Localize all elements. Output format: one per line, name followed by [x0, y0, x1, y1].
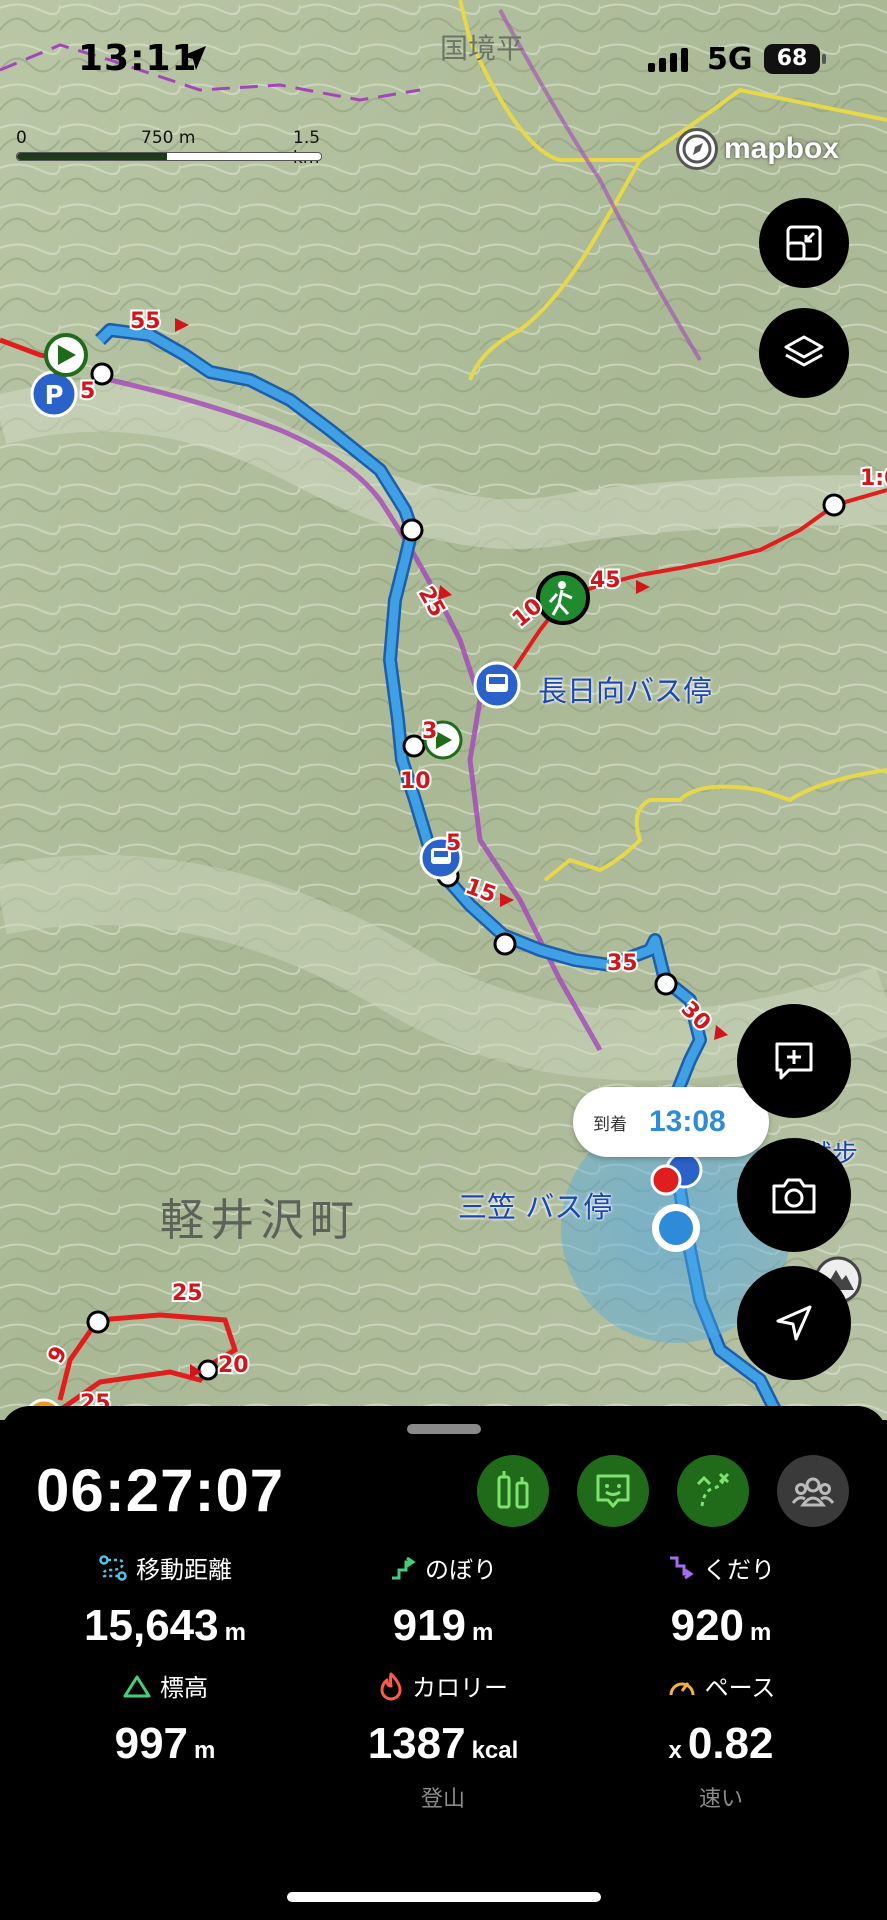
route-label: 10 — [400, 769, 431, 794]
scale-label-mid: 750 m — [141, 128, 196, 148]
stat-pace: ペース x 0.82 速い — [576, 1668, 866, 1813]
pace-label: ペース — [704, 1674, 776, 1702]
layers-icon — [784, 335, 824, 367]
fit-bounds-button[interactable] — [759, 198, 849, 288]
eta-label: 到着 — [593, 1114, 627, 1135]
waypoint-dot[interactable] — [86, 1310, 110, 1334]
add-note-button[interactable] — [737, 1004, 851, 1118]
mapbox-text: mapbox — [724, 132, 840, 165]
waypoint-dot[interactable] — [654, 972, 678, 996]
party-members-button[interactable] — [777, 1455, 849, 1527]
home-indicator[interactable] — [287, 1892, 601, 1902]
route-label: 5 — [80, 379, 95, 404]
current-location-dot[interactable] — [659, 1211, 693, 1245]
route-label: 45 — [590, 568, 621, 593]
stat-descent: くだり 920 m — [576, 1550, 866, 1651]
waypoint-dot[interactable] — [822, 493, 846, 517]
ascent-label: のぼり — [425, 1556, 497, 1584]
battery-icon: 68 — [764, 44, 826, 74]
bus-stop-label[interactable]: 長日向バス停 — [538, 668, 712, 710]
shrink-icon — [786, 225, 822, 261]
calories-label: カロリー — [412, 1674, 508, 1702]
layers-button[interactable] — [759, 308, 849, 398]
waypoint-dot[interactable] — [197, 1359, 219, 1381]
location-arrow-icon — [182, 46, 206, 70]
status-check-button[interactable] — [577, 1455, 649, 1527]
eta-time: 13:08 — [649, 1105, 726, 1138]
route-label: 5 — [446, 831, 461, 856]
distance-icon — [99, 1554, 127, 1581]
route-label: 25 — [172, 1281, 203, 1306]
pace-rating: 速い — [698, 1787, 743, 1812]
route-label: 3 — [422, 719, 437, 744]
descent-value: 920 — [670, 1601, 745, 1650]
distance-unit: m — [224, 1619, 246, 1646]
route-label: 20 — [218, 1353, 249, 1378]
camera-button[interactable] — [737, 1138, 851, 1252]
distance-value: 15,643 — [84, 1601, 219, 1650]
calories-value: 1387 — [367, 1719, 466, 1768]
drag-handle[interactable] — [407, 1424, 481, 1434]
pace-value: 0.82 — [687, 1719, 774, 1768]
trailhead-marker[interactable] — [44, 333, 88, 377]
signal-icon — [648, 48, 688, 72]
svg-text:P: P — [44, 381, 63, 411]
waypoint-dot[interactable] — [400, 518, 424, 542]
altitude-value: 997 — [114, 1719, 189, 1768]
calories-unit: kcal — [471, 1737, 519, 1764]
altitude-unit: m — [194, 1737, 216, 1764]
network-type: 5G — [707, 42, 753, 77]
scale-label-end: 1.5 km — [293, 128, 321, 168]
stat-distance: 移動距離 15,643 m — [20, 1550, 310, 1651]
activity-type: 登山 — [420, 1787, 465, 1812]
descent-unit: m — [750, 1619, 772, 1646]
hiker-marker[interactable] — [536, 571, 590, 625]
mapbox-attribution[interactable]: mapbox — [676, 128, 839, 170]
distance-label: 移動距離 — [136, 1556, 232, 1584]
ascent-icon — [392, 1556, 416, 1579]
map-scale-bar: 0 750 m 1.5 km — [16, 128, 326, 168]
parking-marker[interactable]: P — [30, 370, 78, 418]
route-label: 35 — [607, 951, 638, 976]
status-bar: 13:11 5G 68 — [0, 0, 887, 110]
bus-stop-marker[interactable] — [473, 661, 521, 709]
route-guide-button[interactable] — [677, 1455, 749, 1527]
elapsed-time: 06:27:07 — [36, 1457, 285, 1524]
camera-icon — [772, 1178, 816, 1214]
activity-panel[interactable]: 06:27:07 移動距離 15,643 m のぼり 919 m くだり 920… — [0, 1406, 887, 1920]
stat-ascent: のぼり 919 m — [298, 1550, 588, 1651]
pace-prefix: x — [668, 1737, 682, 1764]
route-split-icon — [696, 1472, 730, 1507]
add-memo-icon — [775, 1042, 813, 1080]
place-town: 軽井沢町 — [160, 1195, 360, 1246]
descent-icon — [670, 1556, 694, 1579]
scale-label-zero: 0 — [16, 128, 27, 148]
ascent-unit: m — [472, 1619, 494, 1646]
smile-badge-icon — [596, 1474, 630, 1508]
mountain-icon — [123, 1675, 151, 1697]
route-label: 55 — [130, 309, 161, 334]
waypoint-dot[interactable] — [493, 932, 517, 956]
recenter-location-button[interactable] — [737, 1266, 851, 1380]
bottles-icon — [497, 1471, 529, 1509]
eta-bubble[interactable]: 到着 13:08 — [573, 1087, 769, 1157]
speedometer-icon — [669, 1681, 695, 1695]
stat-calories: カロリー 1387 kcal 登山 — [298, 1668, 588, 1813]
flame-icon — [380, 1672, 402, 1700]
navigation-arrow-icon — [776, 1305, 812, 1341]
descent-label: くだり — [703, 1556, 775, 1584]
route-label: 1:0 — [860, 466, 887, 491]
altitude-label: 標高 — [160, 1674, 208, 1702]
ascent-value: 919 — [392, 1601, 467, 1650]
water-supply-button[interactable] — [477, 1455, 549, 1527]
waypoint-dot[interactable] — [402, 734, 426, 758]
bus-stop-label[interactable]: 三笠 バス停 — [458, 1184, 612, 1226]
group-icon — [791, 1477, 835, 1507]
mapbox-logo-icon — [676, 128, 718, 170]
stat-altitude: 標高 997 m — [20, 1668, 310, 1769]
